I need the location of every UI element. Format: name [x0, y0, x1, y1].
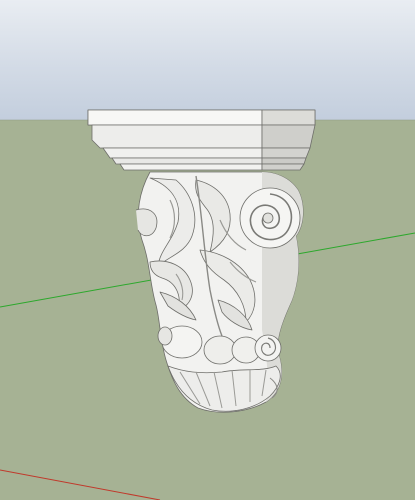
red-axis-line [0, 469, 161, 500]
moulding-3-front [119, 163, 263, 171]
cornice-side [261, 124, 316, 149]
leaf-curl-1 [135, 208, 158, 237]
lower-roll-end [157, 326, 173, 346]
lower-volute [254, 334, 282, 362]
moulding-3-side [261, 163, 305, 171]
volute-eye [262, 212, 274, 224]
moulding-1-front [102, 147, 263, 159]
moulding-2-side [261, 157, 307, 165]
top-slab-side [261, 109, 316, 126]
top-slab-front [87, 109, 263, 126]
moulding-2-front [111, 157, 263, 165]
lower-roll-2 [203, 335, 237, 365]
3d-scene[interactable] [0, 0, 415, 500]
cornice-front [91, 124, 263, 149]
sketchup-viewport[interactable] [0, 0, 415, 500]
corbel-model[interactable] [87, 109, 316, 413]
moulding-1-side [261, 147, 311, 159]
